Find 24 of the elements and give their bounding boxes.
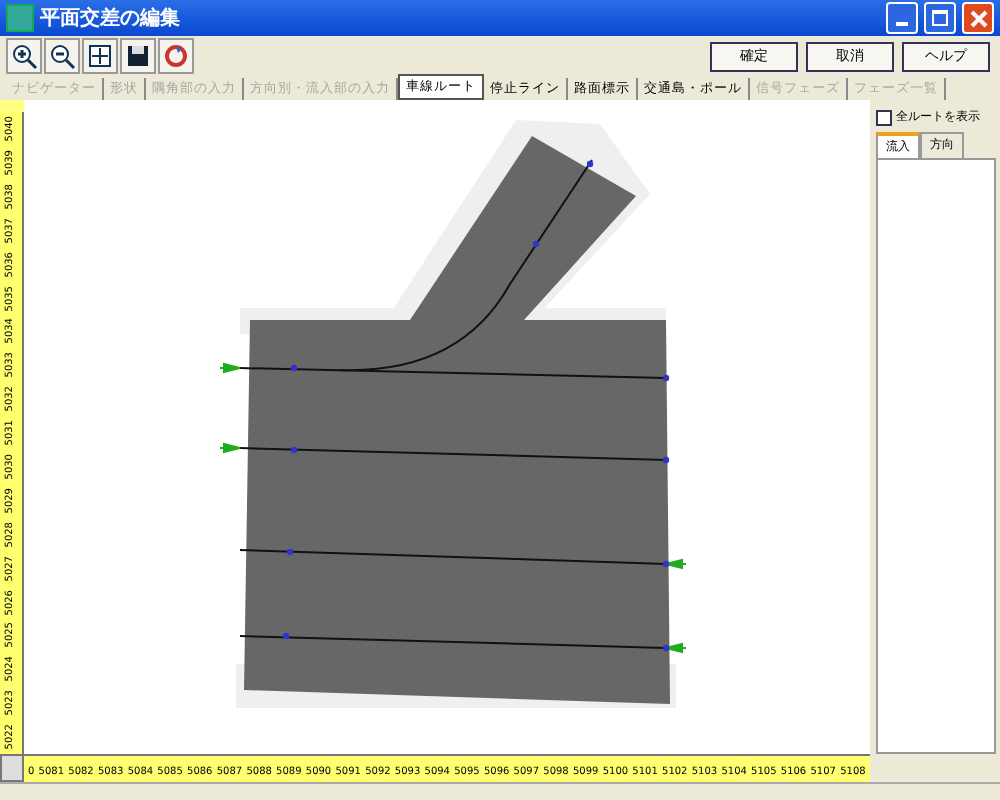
close-icon bbox=[969, 9, 987, 27]
zoom-in-icon[interactable] bbox=[6, 38, 42, 74]
close-button[interactable] bbox=[962, 2, 994, 34]
refresh-icon[interactable] bbox=[158, 38, 194, 74]
node-marker bbox=[662, 644, 670, 652]
save-icon[interactable] bbox=[120, 38, 156, 74]
restore-button[interactable] bbox=[924, 2, 956, 34]
arrow-icon bbox=[219, 443, 241, 453]
arrow-icon bbox=[219, 363, 241, 373]
node-marker bbox=[662, 456, 670, 464]
node-marker bbox=[586, 160, 594, 168]
node-marker bbox=[282, 632, 290, 640]
node-marker bbox=[532, 240, 540, 248]
fit-icon[interactable] bbox=[82, 38, 118, 74]
node-marker bbox=[662, 560, 670, 568]
ruler-corner bbox=[0, 100, 24, 112]
window-title: 平面交差の編集 bbox=[40, 4, 180, 32]
node-marker bbox=[290, 364, 298, 372]
app-icon bbox=[6, 4, 34, 32]
node-marker bbox=[286, 548, 294, 556]
node-marker bbox=[290, 446, 298, 454]
node-marker bbox=[662, 374, 670, 382]
minimize-button[interactable] bbox=[886, 2, 918, 34]
zoom-out-icon[interactable] bbox=[44, 38, 80, 74]
